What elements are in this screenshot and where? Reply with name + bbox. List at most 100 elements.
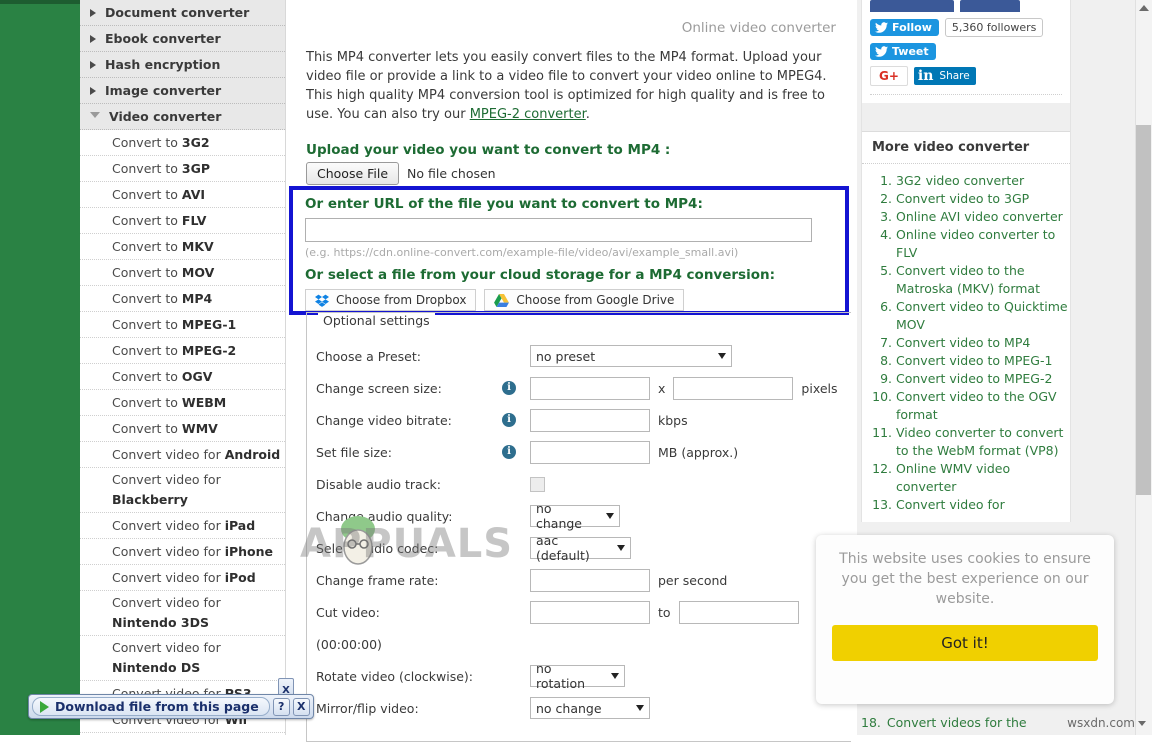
scroll-up-arrow-icon[interactable] xyxy=(1139,5,1149,11)
sidebar-item-3gp[interactable]: Convert to 3GP xyxy=(80,156,285,182)
sidebar-item-android[interactable]: Convert video for Android xyxy=(80,442,285,468)
sidebar-item-avi[interactable]: Convert to AVI xyxy=(80,182,285,208)
facebook-share-button[interactable] xyxy=(960,0,1020,12)
sidebar-group-image-converter[interactable]: Image converter xyxy=(80,78,285,104)
more-converter-item[interactable]: Convert video to MPEG-1 xyxy=(896,352,1070,370)
sidebar-item-3g2[interactable]: Convert to 3G2 xyxy=(80,130,285,156)
chevron-down-icon xyxy=(617,545,625,551)
info-icon[interactable]: i xyxy=(502,445,516,459)
select-value: no change xyxy=(536,700,602,716)
setting-input-height[interactable] xyxy=(673,376,794,400)
more-converter-item[interactable]: Online AVI video converter xyxy=(896,208,1070,226)
download-widget-close-button[interactable]: X xyxy=(292,697,310,716)
sidebar-group-label: Document converter xyxy=(105,5,250,20)
setting-select-select-audio-codec[interactable]: aac (default) xyxy=(530,533,631,563)
setting-info-slot: i xyxy=(502,381,530,395)
mpeg2-converter-link[interactable]: MPEG-2 converter xyxy=(470,107,586,122)
sidebar-item-webm[interactable]: Convert to WEBM xyxy=(80,390,285,416)
cut-video-time-format-note: (00:00:00) xyxy=(316,636,382,652)
more-converter-item[interactable]: Convert video to MPEG-2 xyxy=(896,370,1070,388)
setting-checkbox-disable-audio-track[interactable] xyxy=(530,476,545,492)
setting-label-change-video-bitrate: Change video bitrate: xyxy=(316,412,452,428)
setting-label-set-file-size: Set file size: xyxy=(316,444,392,460)
setting-input-change-video-bitrate[interactable] xyxy=(530,408,650,432)
more-converter-item[interactable]: Video converter to convert to the WebM f… xyxy=(896,424,1070,460)
play-icon xyxy=(40,700,49,713)
sidebar-item-iphone[interactable]: Convert video for iPhone xyxy=(80,539,285,565)
setting-input-cut-to[interactable] xyxy=(678,600,799,624)
setting-input-width[interactable] xyxy=(530,376,650,400)
sidebar-item-format: FLV xyxy=(181,213,207,228)
download-file-button[interactable]: Download file from this page xyxy=(32,697,270,716)
google-plus-button[interactable]: G+ xyxy=(870,66,908,86)
sidebar-group-label: Image converter xyxy=(105,83,222,98)
sidebar-item-mkv[interactable]: Convert to MKV xyxy=(80,234,285,260)
more-converter-item[interactable]: Convert video to Quicktime MOV xyxy=(896,298,1070,334)
sidebar-item-mp4[interactable]: Convert to MP4 xyxy=(80,286,285,312)
social-buttons: Follow 5,360 followers Tweet G+ in Share xyxy=(862,0,1070,103)
sidebar-group-ebook-converter[interactable]: Ebook converter xyxy=(80,26,285,52)
more-converter-item[interactable]: Online WMV video converter xyxy=(896,460,1070,496)
sidebar-group-document-converter[interactable]: Document converter xyxy=(80,0,285,26)
more-converter-item-label: Convert video to MPEG-1 xyxy=(896,353,1053,368)
more-converter-item[interactable]: Convert video to MP4 xyxy=(896,334,1070,352)
sidebar-item-blackberry[interactable]: Convert video for Blackberry xyxy=(80,468,285,513)
sidebar-item-wmv[interactable]: Convert to WMV xyxy=(80,416,285,442)
more-converter-item[interactable]: Convert video for xyxy=(896,496,1070,514)
cloud-buttons-row: Choose from Dropbox Choose from Google D… xyxy=(305,289,833,311)
sidebar-item-nintendo-ds[interactable]: Convert video for Nintendo DS xyxy=(80,636,285,681)
select-value: no rotation xyxy=(536,661,586,691)
twitter-follow-button[interactable]: Follow xyxy=(870,19,939,36)
cookie-accept-button[interactable]: Got it! xyxy=(832,625,1098,661)
setting-info-slot: i xyxy=(502,413,530,427)
info-icon[interactable]: i xyxy=(502,413,516,427)
sidebar-item-mpeg-2[interactable]: Convert to MPEG-2 xyxy=(80,338,285,364)
page-title: Online video converter xyxy=(681,20,836,36)
setting-row-set-file-size: Set file size: i MB (approx.) xyxy=(316,436,856,468)
more-converter-item[interactable]: Online video converter to FLV xyxy=(896,226,1070,262)
choose-from-google-drive-button[interactable]: Choose from Google Drive xyxy=(484,289,685,311)
setting-input-set-file-size[interactable] xyxy=(530,440,650,464)
sidebar-group-hash-encryption[interactable]: Hash encryption xyxy=(80,52,285,78)
more-converter-item-label: Online video converter to FLV xyxy=(896,227,1056,260)
sidebar-item-prefix: Convert to xyxy=(112,213,182,228)
setting-input-cut-from[interactable] xyxy=(530,600,650,624)
sidebar-item-format: WEBM xyxy=(181,395,227,410)
more-converter-item[interactable]: Convert video to 3GP xyxy=(896,190,1070,208)
sidebar-item-ipad[interactable]: Convert video for iPad xyxy=(80,513,285,539)
sidebar-group-video-converter[interactable]: Video converter xyxy=(80,104,285,130)
setting-row-rotate-video-clockwise: Rotate video (clockwise): no rotation xyxy=(316,660,856,692)
sidebar-item-ogv[interactable]: Convert to OGV xyxy=(80,364,285,390)
sidebar-item-mpeg-1[interactable]: Convert to MPEG-1 xyxy=(80,312,285,338)
linkedin-share-button[interactable]: in Share xyxy=(913,67,976,85)
sidebar-item-flv[interactable]: Convert to FLV xyxy=(80,208,285,234)
setting-row-change-screen-size: Change screen size: i x pixels xyxy=(316,372,856,404)
more-converter-item[interactable]: 3G2 video converter xyxy=(896,172,1070,190)
url-input[interactable] xyxy=(305,218,812,242)
more-converter-item[interactable]: Convert video to the OGV format xyxy=(896,388,1070,424)
sidebar-item-prefix: Convert video for xyxy=(112,640,221,655)
download-widget-help-button[interactable]: ? xyxy=(272,697,290,716)
facebook-like-button[interactable] xyxy=(870,0,954,12)
sidebar-item-prefix: Convert to xyxy=(112,265,182,280)
twitter-tweet-button[interactable]: Tweet xyxy=(870,43,936,60)
sidebar-item-format: iPod xyxy=(224,570,256,585)
setting-select-choose-a-preset[interactable]: no preset xyxy=(530,345,732,367)
page-scrollbar-thumb[interactable] xyxy=(1136,125,1151,495)
setting-input-change-frame-rate[interactable] xyxy=(530,568,650,592)
sidebar-item-nintendo-3ds[interactable]: Convert video for Nintendo 3DS xyxy=(80,591,285,636)
choose-file-button[interactable]: Choose File xyxy=(306,162,400,185)
setting-unit-set-file-size: MB (approx.) xyxy=(658,444,739,460)
info-icon[interactable]: i xyxy=(502,381,516,395)
setting-select-change-audio-quality[interactable]: no change xyxy=(530,501,620,531)
more-converter-item-last[interactable]: 18. Convert videos for the xyxy=(861,715,1061,730)
sidebar-item-mov[interactable]: Convert to MOV xyxy=(80,260,285,286)
chevron-down-icon xyxy=(718,353,726,359)
sidebar-item-format: AVI xyxy=(181,187,206,202)
setting-select-mirror-flip-video[interactable]: no change xyxy=(530,697,650,719)
choose-from-dropbox-button[interactable]: Choose from Dropbox xyxy=(305,289,477,311)
sidebar-item-ipod[interactable]: Convert video for iPod xyxy=(80,565,285,591)
twitter-followers-count[interactable]: 5,360 followers xyxy=(944,18,1044,37)
setting-select-rotate-video-clockwise[interactable]: no rotation xyxy=(530,661,625,691)
more-converter-item[interactable]: Convert video to the Matroska (MKV) form… xyxy=(896,262,1070,298)
